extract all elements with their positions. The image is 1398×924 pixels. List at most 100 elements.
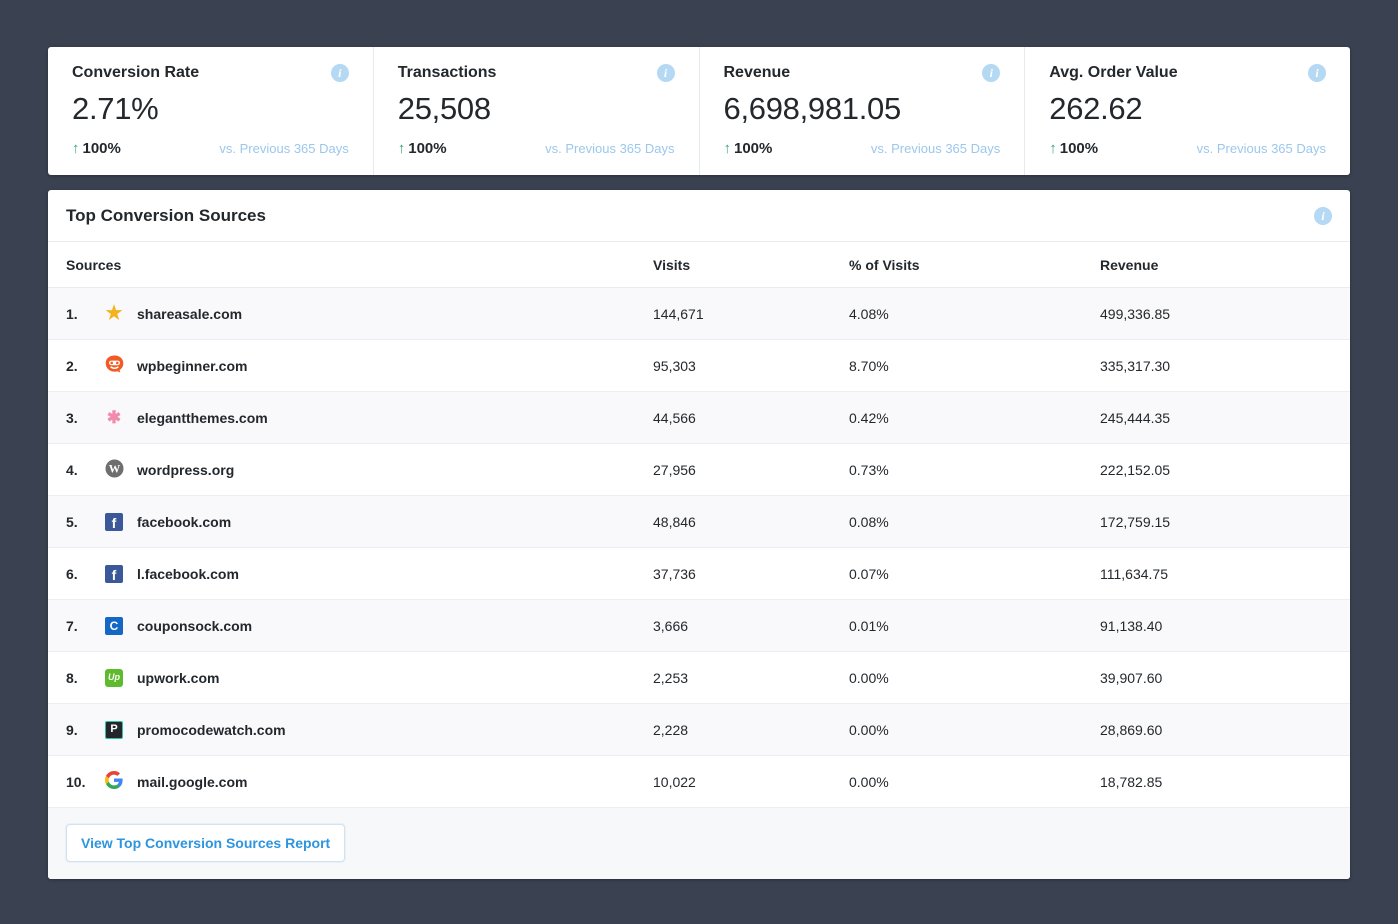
visits-value: 3,666 [653, 618, 849, 634]
info-icon[interactable]: i [1308, 64, 1326, 82]
table-footer: View Top Conversion Sources Report [48, 808, 1350, 879]
metric-value: 25,508 [398, 91, 675, 127]
row-rank: 3. [66, 410, 104, 426]
table-row: 8. Up upwork.com 2,253 0.00% 39,907.60 [48, 652, 1350, 704]
info-icon[interactable]: i [1314, 207, 1332, 225]
metric-label: Revenue [724, 64, 791, 82]
visits-value: 2,253 [653, 670, 849, 686]
revenue-value: 91,138.40 [1100, 618, 1332, 634]
source-name: wordpress.org [137, 462, 234, 478]
wpbeginner-icon [105, 355, 124, 376]
metric-label: Conversion Rate [72, 64, 199, 82]
facebook-icon: f [105, 565, 123, 583]
source-name: mail.google.com [137, 774, 247, 790]
wordpress-icon: W [105, 459, 124, 481]
revenue-value: 172,759.15 [1100, 514, 1332, 530]
pct-of-visits-value: 0.01% [849, 618, 1100, 634]
compare-label: vs. Previous 365 Days [1197, 141, 1326, 156]
visits-value: 48,846 [653, 514, 849, 530]
metric-label: Avg. Order Value [1049, 64, 1177, 82]
panel-title: Top Conversion Sources [66, 206, 266, 226]
revenue-value: 335,317.30 [1100, 358, 1332, 374]
revenue-value: 222,152.05 [1100, 462, 1332, 478]
visits-value: 44,566 [653, 410, 849, 426]
metric-label: Transactions [398, 64, 497, 82]
compare-label: vs. Previous 365 Days [545, 141, 674, 156]
compare-label: vs. Previous 365 Days [871, 141, 1000, 156]
source-name: couponsock.com [137, 618, 252, 634]
revenue-value: 245,444.35 [1100, 410, 1332, 426]
row-rank: 6. [66, 566, 104, 582]
column-header-sources: Sources [66, 257, 653, 273]
pct-of-visits-value: 0.00% [849, 774, 1100, 790]
metric-value: 2.71% [72, 91, 349, 127]
revenue-value: 111,634.75 [1100, 566, 1332, 582]
table-row: 6. f l.facebook.com 37,736 0.07% 111,634… [48, 548, 1350, 600]
revenue-value: 18,782.85 [1100, 774, 1332, 790]
pct-of-visits-value: 4.08% [849, 306, 1100, 322]
source-name: wpbeginner.com [137, 358, 247, 374]
table-row: 2. wpbeginner.com 95,303 8.70% 335,317.3… [48, 340, 1350, 392]
table-row: 10. mail.google.com 10,022 0.00% 18,782.… [48, 756, 1350, 808]
table-rows: 1. ★ shareasale.com 144,671 4.08% 499,33… [48, 288, 1350, 808]
table-row: 9. P promocodewatch.com 2,228 0.00% 28,8… [48, 704, 1350, 756]
row-rank: 8. [66, 670, 104, 686]
svg-text:W: W [108, 463, 120, 475]
dashboard: Conversion Rate i 2.71% ↑ 100% vs. Previ… [0, 0, 1398, 879]
pct-of-visits-value: 0.00% [849, 670, 1100, 686]
metric-cards-strip: Conversion Rate i 2.71% ↑ 100% vs. Previ… [48, 47, 1350, 175]
table-row: 3. ✱ elegantthemes.com 44,566 0.42% 245,… [48, 392, 1350, 444]
up-arrow-icon: ↑ [1049, 140, 1057, 157]
couponsock-icon: C [105, 617, 123, 635]
info-icon[interactable]: i [331, 64, 349, 82]
source-name: facebook.com [137, 514, 231, 530]
visits-value: 2,228 [653, 722, 849, 738]
row-rank: 9. [66, 722, 104, 738]
source-name: shareasale.com [137, 306, 242, 322]
top-conversion-sources-panel: Top Conversion Sources i Sources Visits … [48, 190, 1350, 879]
pct-of-visits-value: 0.08% [849, 514, 1100, 530]
metric-change: 100% [408, 140, 446, 157]
table-header-row: Sources Visits % of Visits Revenue [48, 242, 1350, 288]
visits-value: 144,671 [653, 306, 849, 322]
up-arrow-icon: ↑ [72, 140, 80, 157]
row-rank: 4. [66, 462, 104, 478]
row-rank: 2. [66, 358, 104, 374]
row-rank: 5. [66, 514, 104, 530]
pct-of-visits-value: 0.42% [849, 410, 1100, 426]
up-arrow-icon: ↑ [724, 140, 732, 157]
column-header-visits: Visits [653, 257, 849, 273]
upwork-icon: Up [105, 669, 123, 687]
source-name: upwork.com [137, 670, 219, 686]
promocodewatch-icon: P [105, 721, 123, 739]
source-name: l.facebook.com [137, 566, 239, 582]
info-icon[interactable]: i [982, 64, 1000, 82]
table-row: 5. f facebook.com 48,846 0.08% 172,759.1… [48, 496, 1350, 548]
metric-card-revenue: Revenue i 6,698,981.05 ↑ 100% vs. Previo… [700, 47, 1026, 175]
star-icon: ★ [105, 304, 122, 323]
compare-label: vs. Previous 365 Days [219, 141, 348, 156]
metric-change: 100% [1060, 140, 1098, 157]
source-name: elegantthemes.com [137, 410, 268, 426]
visits-value: 10,022 [653, 774, 849, 790]
row-rank: 1. [66, 306, 104, 322]
asterisk-icon: ✱ [107, 409, 121, 426]
source-name: promocodewatch.com [137, 722, 286, 738]
metric-card-transactions: Transactions i 25,508 ↑ 100% vs. Previou… [374, 47, 700, 175]
info-icon[interactable]: i [657, 64, 675, 82]
table-row: 1. ★ shareasale.com 144,671 4.08% 499,33… [48, 288, 1350, 340]
row-rank: 10. [66, 774, 104, 790]
pct-of-visits-value: 0.73% [849, 462, 1100, 478]
visits-value: 37,736 [653, 566, 849, 582]
metric-change: 100% [734, 140, 772, 157]
revenue-value: 499,336.85 [1100, 306, 1332, 322]
table-row: 7. C couponsock.com 3,666 0.01% 91,138.4… [48, 600, 1350, 652]
visits-value: 95,303 [653, 358, 849, 374]
revenue-value: 28,869.60 [1100, 722, 1332, 738]
view-report-button[interactable]: View Top Conversion Sources Report [66, 824, 345, 862]
metric-value: 6,698,981.05 [724, 91, 1001, 127]
facebook-icon: f [105, 513, 123, 531]
row-rank: 7. [66, 618, 104, 634]
google-icon [105, 771, 123, 792]
metric-card-avg-order-value: Avg. Order Value i 262.62 ↑ 100% vs. Pre… [1025, 47, 1350, 175]
